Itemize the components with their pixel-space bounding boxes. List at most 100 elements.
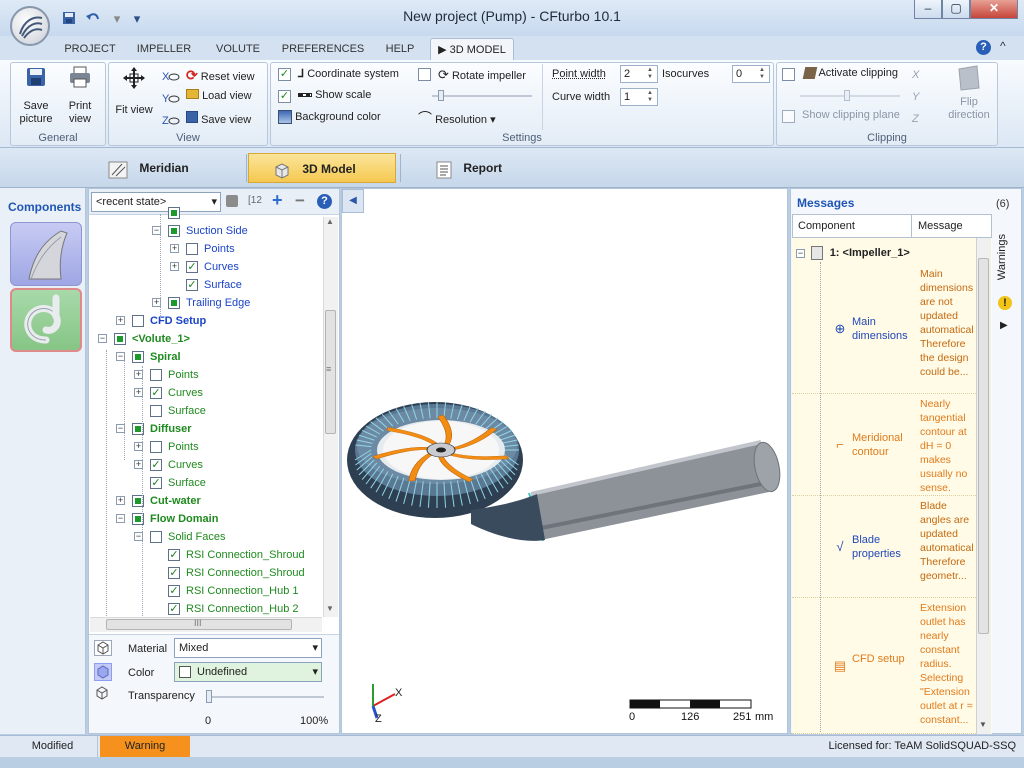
tree-node[interactable]: − Suction Side bbox=[90, 222, 322, 240]
tree-node-checkbox[interactable] bbox=[150, 405, 162, 417]
tab-volute[interactable]: VOLUTE bbox=[208, 38, 268, 60]
tab-project[interactable]: PROJECT bbox=[58, 38, 122, 60]
flip-direction-button[interactable]: Flip direction bbox=[944, 64, 994, 122]
ribbon-collapse-icon[interactable]: ^ bbox=[1000, 39, 1006, 53]
column-header-component[interactable]: Component bbox=[798, 214, 855, 238]
column-header-message[interactable]: Message bbox=[918, 214, 963, 238]
tree-node-checkbox[interactable]: ✓ bbox=[186, 279, 198, 291]
expand-icon[interactable]: + bbox=[170, 262, 179, 271]
rotate-impeller-checkbox[interactable] bbox=[418, 68, 431, 81]
collapse-icon[interactable]: − bbox=[116, 514, 125, 523]
message-row[interactable]: ⊕ Main dimensions Main dimensions are not … bbox=[792, 264, 978, 394]
tree-node-checkbox[interactable]: ✓ bbox=[150, 459, 162, 471]
view-mode-meridian[interactable]: Meridian bbox=[108, 153, 244, 183]
tree-node[interactable]: + Points bbox=[90, 240, 322, 258]
warnings-expand-icon[interactable]: ▶ bbox=[1000, 320, 1008, 331]
expand-icon[interactable]: + bbox=[116, 316, 125, 325]
save-view-button[interactable]: Save view bbox=[186, 111, 251, 126]
message-row[interactable]: √ Blade properties Blade angles are update… bbox=[792, 496, 978, 598]
reset-view-button[interactable]: ⟳ Reset view bbox=[186, 67, 255, 84]
tab-help[interactable]: HELP bbox=[378, 38, 422, 60]
activate-clipping-option[interactable]: Activate clipping bbox=[802, 67, 898, 80]
status-warning[interactable]: Warning bbox=[100, 736, 190, 757]
tree-node-checkbox[interactable]: ✓ bbox=[168, 567, 180, 579]
tree-node-checkbox[interactable]: ✓ bbox=[168, 585, 180, 597]
tree-node[interactable]: ✓ RSI Connection_Hub 1 bbox=[90, 582, 322, 600]
clip-x-icon[interactable]: X bbox=[912, 64, 919, 86]
messages-scroll-thumb[interactable] bbox=[978, 258, 989, 634]
tree-node[interactable] bbox=[90, 204, 322, 222]
clip-z-icon[interactable]: Z bbox=[912, 108, 919, 130]
show-scale-checkbox[interactable]: ✓ bbox=[278, 90, 291, 103]
tree-node-checkbox[interactable] bbox=[150, 531, 162, 543]
help-icon[interactable]: ? bbox=[976, 40, 991, 55]
message-group-row[interactable]: − 1: <Impeller_1> bbox=[796, 245, 910, 260]
tree-node[interactable]: ✓ RSI Connection_Hub 2 bbox=[90, 600, 322, 616]
expand-icon[interactable]: + bbox=[170, 244, 179, 253]
coordinate-system-checkbox[interactable]: ✓ bbox=[278, 68, 291, 81]
tree-node-checkbox[interactable] bbox=[114, 333, 126, 345]
view-mode-3d-model[interactable]: 3D Model bbox=[248, 153, 396, 183]
component-volute[interactable] bbox=[10, 288, 82, 352]
show-scale-option[interactable]: Show scale bbox=[298, 89, 371, 101]
point-width-input[interactable]: 2 ▲ ▼ bbox=[620, 65, 658, 83]
tree-node-checkbox[interactable] bbox=[186, 243, 198, 255]
tree-node[interactable]: + CFD Setup bbox=[90, 312, 322, 330]
tree-node-checkbox[interactable] bbox=[150, 441, 162, 453]
close-button[interactable]: ✕ bbox=[970, 0, 1018, 19]
minimize-button[interactable]: – bbox=[914, 0, 942, 19]
rotate-impeller-option[interactable]: ⟳ Rotate impeller bbox=[438, 67, 526, 83]
tree-scroll-down-icon[interactable]: ▼ bbox=[326, 604, 334, 613]
tree-node-checkbox[interactable]: ✓ bbox=[168, 549, 180, 561]
coordinate-system-option[interactable]: ⅃ Coordinate system bbox=[298, 67, 399, 80]
tree-scroll-up-icon[interactable]: ▲ bbox=[326, 217, 334, 226]
tree-node-checkbox[interactable] bbox=[168, 297, 180, 309]
load-view-button[interactable]: Load view bbox=[186, 89, 252, 102]
tree-node[interactable]: ✓ RSI Connection_Shroud bbox=[90, 546, 322, 564]
expand-icon[interactable]: + bbox=[116, 496, 125, 505]
tree-node-checkbox[interactable] bbox=[168, 225, 180, 237]
tree-node[interactable]: + ✓ Curves bbox=[90, 258, 322, 276]
tree-node[interactable]: + Cut-water bbox=[90, 492, 322, 510]
tree-node[interactable]: ✓ RSI Connection_Shroud bbox=[90, 564, 322, 582]
message-row[interactable]: ⌐ Meridional contour Nearly tangential con… bbox=[792, 394, 978, 496]
tree-node-checkbox[interactable] bbox=[132, 351, 144, 363]
view-mode-report[interactable]: Report bbox=[436, 153, 556, 183]
message-group-collapse-icon[interactable]: − bbox=[796, 249, 805, 258]
print-view-button[interactable]: Print view bbox=[58, 66, 102, 126]
collapse-icon[interactable]: − bbox=[98, 334, 107, 343]
message-row[interactable]: ▤ CFD setup Extension outlet has nearly co… bbox=[792, 598, 978, 734]
maximize-button[interactable]: ▢ bbox=[942, 0, 970, 19]
app-logo-icon[interactable] bbox=[10, 6, 50, 46]
clip-y-icon[interactable]: Y bbox=[912, 86, 919, 108]
component-impeller[interactable] bbox=[10, 222, 82, 286]
warnings-side-tab[interactable]: Warnings ! ▶ bbox=[994, 214, 1020, 414]
tree-node[interactable]: − Flow Domain bbox=[90, 510, 322, 528]
rotate-speed-slider[interactable] bbox=[432, 90, 532, 102]
tree-node-checkbox[interactable] bbox=[150, 369, 162, 381]
clipping-slider[interactable] bbox=[800, 90, 900, 102]
tree-node[interactable]: − Solid Faces bbox=[90, 528, 322, 546]
tab-preferences[interactable]: PREFERENCES bbox=[278, 38, 368, 60]
tree-node[interactable]: − <Volute_1> bbox=[90, 330, 322, 348]
tab-impeller[interactable]: IMPELLER bbox=[130, 38, 198, 60]
tree-node[interactable]: + Trailing Edge bbox=[90, 294, 322, 312]
curve-width-input[interactable]: 1 ▲ ▼ bbox=[620, 88, 658, 106]
isocurves-input[interactable]: 0 ▲ ▼ bbox=[732, 65, 770, 83]
3d-model-render[interactable]: X Z 0 126 251 mm bbox=[341, 188, 788, 734]
resolution-dropdown[interactable]: ⌒ Resolution ▾ bbox=[418, 108, 496, 128]
material-select[interactable]: Mixed ▾ bbox=[174, 638, 322, 658]
transparency-slider-thumb[interactable] bbox=[206, 690, 212, 703]
tree-node-checkbox[interactable]: ✓ bbox=[168, 603, 180, 615]
tree-node-checkbox[interactable]: ✓ bbox=[150, 387, 162, 399]
save-picture-button[interactable]: Save picture bbox=[14, 66, 58, 126]
tree-node[interactable]: ✓ Surface bbox=[90, 474, 322, 492]
transparency-slider[interactable] bbox=[206, 690, 324, 704]
activate-clipping-checkbox[interactable] bbox=[782, 68, 795, 81]
background-color-button[interactable]: Background color bbox=[278, 110, 381, 124]
tree-node-checkbox[interactable]: ✓ bbox=[150, 477, 162, 489]
fit-view-button[interactable]: Fit view bbox=[112, 66, 156, 117]
tree-node[interactable]: ✓ Surface bbox=[90, 276, 322, 294]
color-select[interactable]: Undefined ▾ bbox=[174, 662, 322, 682]
show-clipping-plane-checkbox[interactable] bbox=[782, 110, 795, 123]
